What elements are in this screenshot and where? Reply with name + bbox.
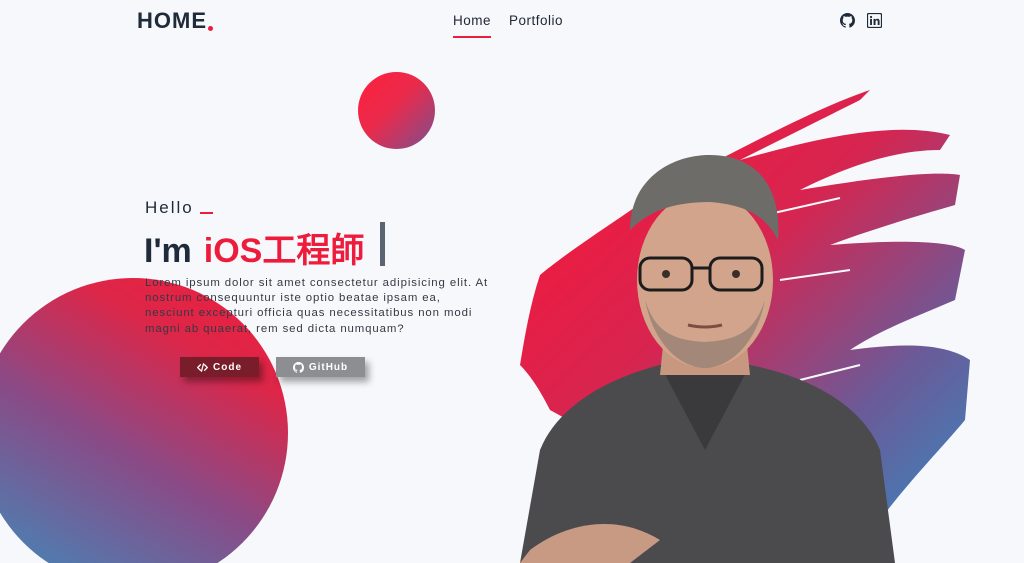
greeting: Hello <box>145 198 194 217</box>
hero-description: Lorem ipsum dolor sit amet consectetur a… <box>145 277 489 335</box>
portrait-image <box>520 155 895 563</box>
typing-caret <box>380 222 385 266</box>
headline: I'm iOS工程師 <box>144 223 364 272</box>
social-links <box>840 13 882 28</box>
nav-portfolio[interactable]: Portfolio <box>509 13 563 38</box>
main-nav: Home Portfolio <box>453 13 563 38</box>
logo-dot <box>208 26 213 31</box>
github-button[interactable]: GitHub <box>276 357 365 377</box>
code-button[interactable]: Code <box>180 357 259 377</box>
github-icon <box>292 361 304 373</box>
github-icon[interactable] <box>840 13 855 28</box>
code-button-label: Code <box>213 361 242 373</box>
nav-home[interactable]: Home <box>453 13 492 38</box>
headline-role: iOS工程師 <box>203 232 365 270</box>
headline-prefix: I'm <box>144 232 192 270</box>
greeting-cursor <box>200 212 213 214</box>
code-icon <box>197 362 208 372</box>
decorative-circle-small <box>358 72 435 149</box>
github-button-label: GitHub <box>308 361 349 373</box>
linkedin-icon[interactable] <box>867 13 882 28</box>
site-logo[interactable]: HOME <box>137 8 207 34</box>
